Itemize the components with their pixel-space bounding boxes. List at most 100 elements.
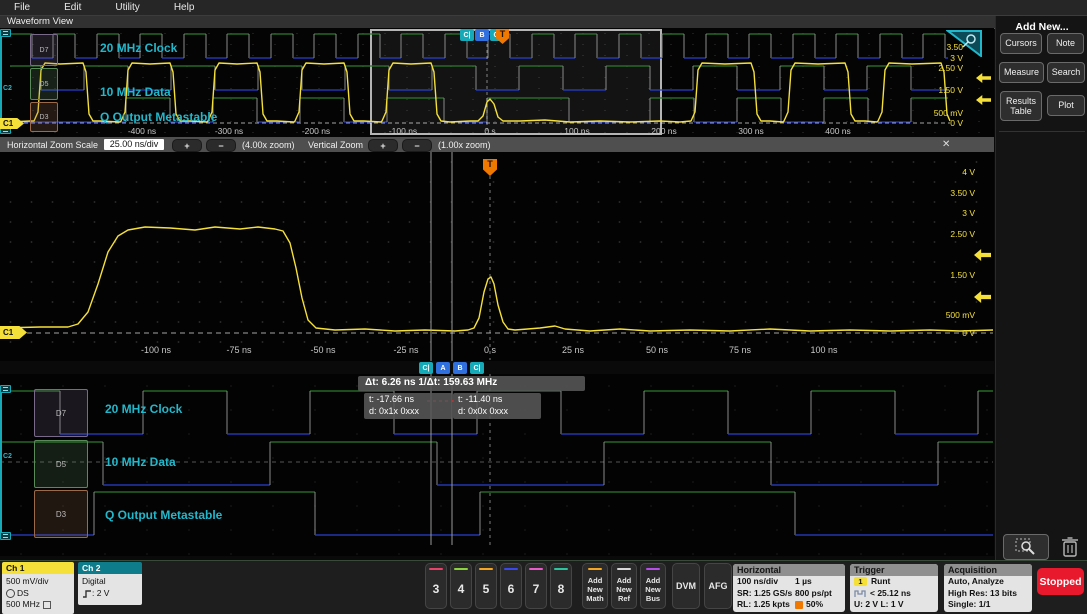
ch1-badge[interactable]: Ch 1 500 mV/div DS 500 MHz [2,562,74,614]
cursor-b-badge[interactable]: B [453,362,467,374]
zoomed-analog-view[interactable] [0,152,994,361]
hzoom-scale-value[interactable]: 25.00 ns/div [104,139,164,150]
main-vlabel: 2.50 V [950,229,975,239]
stopped-status-button[interactable]: Stopped [1037,568,1084,595]
main-tick: 50 ns [645,345,669,355]
cursor-delta-readout: Δt: 6.26 ns 1/Δt: 159.63 MHz [358,376,585,391]
hzoom-scale-label: Horizontal Zoom Scale [7,140,99,150]
add-results-table-button[interactable]: Results Table [1000,91,1042,121]
menu-file[interactable]: File [14,2,30,13]
main-tick: 25 ns [561,345,585,355]
zoom-mode-button[interactable] [1003,534,1049,560]
dvm-button[interactable]: DVM [672,563,700,609]
channel-7-button[interactable]: 7 [525,563,547,609]
digital-handle-bottom-icon[interactable] [0,532,11,540]
hzoom-plus-button[interactable]: + [172,139,202,152]
ch1-coupling-row: DS [6,588,70,600]
vzoom-minus-button[interactable]: − [402,139,432,152]
digital-left-handle[interactable] [0,387,2,539]
overview-tick: -400 ns [127,126,157,136]
overview-cursor-link-badge[interactable]: C| [460,29,474,41]
add-new-ref-button[interactable]: Add New Ref [611,563,637,609]
menu-bar: File Edit Utility Help [0,0,1087,16]
afg-button[interactable]: AFG [704,563,732,609]
add-new-math-button[interactable]: Add New Math [582,563,608,609]
channel-5-button[interactable]: 5 [475,563,497,609]
digital-handle-top-icon[interactable] [0,385,11,393]
overview-d7-badge[interactable]: D7 [30,34,58,66]
digital-channel-label-q: Q Output Metastable [105,508,223,522]
add-note-button[interactable]: Note [1047,33,1084,54]
overview-zoom-corner-icon[interactable] [946,30,982,57]
overview-d3-badge[interactable]: D3 [30,102,58,132]
main-vlabel: 4 V [962,167,975,177]
trigger-panel[interactable]: Trigger 1 Runt < 25.12 ns U: 2 V L: 1 V [850,564,938,612]
ch2-header: Ch 2 [78,562,142,574]
digital-c2-marker: C2 [3,453,12,460]
overview-tick: -300 ns [214,126,244,136]
overview-cursor-b-badge[interactable]: B [475,29,489,41]
overview-c2-marker: C2 [3,85,12,92]
main-vlabel: 500 mV [945,310,975,320]
cursor-a-time: t: -17.66 ns [369,394,415,404]
overview-vlabel: 500 mV [933,108,963,118]
main-tick: 75 ns [728,345,752,355]
trash-icon[interactable] [1060,535,1080,559]
acquisition-mode: Auto, Analyze [948,576,1004,586]
channel-4-button[interactable]: 4 [450,563,472,609]
main-vlabel: 3.50 V [950,188,975,198]
cursor-a-badge[interactable]: A [436,362,450,374]
trigger-title: Trigger [850,564,938,576]
vzoom-label: Vertical Zoom [308,140,364,150]
channel-6-button[interactable]: 6 [500,563,522,609]
digital-channel-label-data: 10 MHz Data [105,455,176,469]
horizontal-record-length: RL: 1.25 kpts [737,599,790,609]
add-search-button[interactable]: Search [1047,62,1085,83]
overview-d5-badge[interactable]: D5 [30,68,58,100]
main-tick: -50 ns [310,345,336,355]
right-panel: Add New... Cursors Note Measure Search R… [995,16,1087,560]
zoom-toolbar: Horizontal Zoom Scale 25.00 ns/div + − (… [0,137,994,152]
digital-d5-badge[interactable]: D5 [34,440,88,488]
zoom-selection-window[interactable] [370,29,662,135]
ch2-badge[interactable]: Ch 2 Digital : 2 V [78,562,142,605]
overview-handle-top-icon[interactable] [0,29,11,37]
acquisition-title: Acquisition [944,564,1032,576]
overview-tick: 400 ns [825,126,851,136]
zoom-select-icon [1015,538,1035,555]
cursor-link-right-badge[interactable]: C| [470,362,484,374]
channel-3-button[interactable]: 3 [425,563,447,609]
cursor-a-data: d: 0x1x 0xxx [369,405,420,416]
add-plot-button[interactable]: Plot [1047,95,1085,116]
acquisition-panel[interactable]: Acquisition Auto, Analyze High Res: 13 b… [944,564,1032,612]
add-measure-button[interactable]: Measure [999,62,1044,83]
ch1-header: Ch 1 [2,562,74,574]
zoombar-close-icon[interactable]: ✕ [942,139,950,150]
oscilloscope-screen: File Edit Utility Help Waveform View D7 … [0,0,1087,614]
add-cursors-button[interactable]: Cursors [1000,33,1042,54]
trigger-levels: U: 2 V L: 1 V [854,599,904,609]
cursor-link-left-badge[interactable]: C| [419,362,433,374]
hzoom-minus-button[interactable]: − [206,139,236,152]
vzoom-plus-button[interactable]: + [368,139,398,152]
horizontal-panel[interactable]: Horizontal 100 ns/div 1 µs SR: 1.25 GS/s 8… [733,564,845,612]
menu-edit[interactable]: Edit [64,2,81,13]
main-tick: 100 ns [810,345,838,355]
horizontal-position: 50% [806,599,824,609]
main-tick: -100 ns [140,345,172,355]
add-new-bus-button[interactable]: Add New Bus [640,563,666,609]
overview-channel-label-clock: 20 MHz Clock [100,41,178,55]
digital-d3-badge[interactable]: D3 [34,490,88,538]
probe-icon [6,588,15,598]
overview-tick: -200 ns [301,126,331,136]
menu-utility[interactable]: Utility [115,2,139,13]
overview-vlabel: 0 V [950,118,963,128]
menu-help[interactable]: Help [174,2,195,13]
ch1-coupling: DS [17,587,29,598]
channel-8-button[interactable]: 8 [550,563,572,609]
acquisition-single: Single: 1/1 [948,599,991,609]
digital-d7-badge[interactable]: D7 [34,389,88,437]
trigger-source-badge: 1 [854,577,867,587]
overview-left-handle[interactable] [0,31,2,133]
overview-vlabel: 1.50 V [938,85,963,95]
